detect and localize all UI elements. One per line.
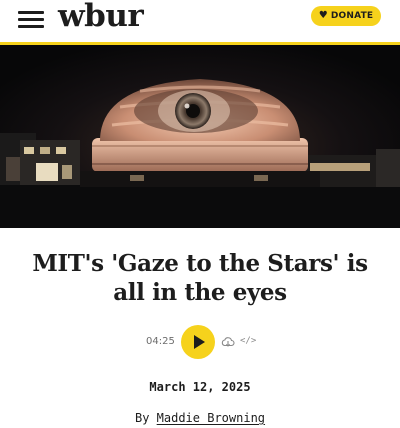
wbur-logo[interactable]: wbur: [58, 0, 144, 34]
audio-duration: 04:25: [146, 336, 175, 347]
byline: By Maddie Browning: [0, 411, 400, 425]
publish-date: March 12, 2025: [149, 380, 251, 394]
heart-icon: ♥: [318, 10, 328, 21]
donate-button[interactable]: ♥ DONATE: [311, 6, 381, 26]
author-link[interactable]: Maddie Browning: [157, 411, 265, 425]
menu-line: [18, 18, 44, 21]
menu-line: [18, 11, 44, 14]
byline-prefix: By: [134, 411, 150, 425]
article-headline: MIT's 'Gaze to the Stars' is all in the …: [32, 250, 368, 306]
menu-line: [18, 25, 44, 28]
play-icon: [194, 335, 205, 349]
donate-label: DONATE: [330, 11, 374, 21]
site-header: wbur ♥ DONATE: [0, 0, 400, 44]
hero-illustration: [0, 45, 400, 228]
audio-player: 04:25 </>: [0, 324, 400, 360]
hero-image: [0, 45, 400, 228]
code-icon[interactable]: </>: [240, 336, 256, 346]
play-button[interactable]: [181, 325, 215, 359]
cloud-download-icon[interactable]: [221, 335, 235, 349]
hamburger-menu-icon[interactable]: [18, 10, 46, 30]
